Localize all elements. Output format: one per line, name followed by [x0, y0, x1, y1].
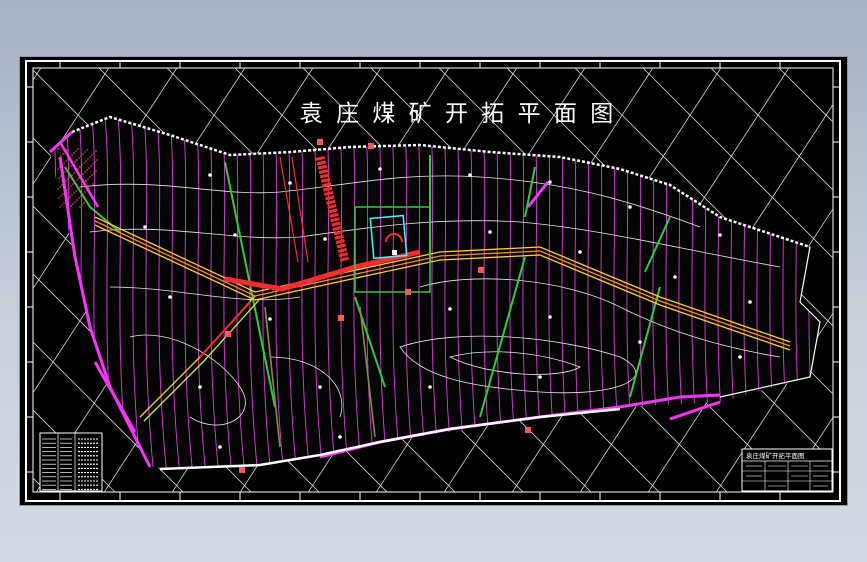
title-block: 袁庄煤矿开拓平面图	[741, 448, 833, 492]
legend-table	[39, 432, 103, 492]
drawing-title: 袁 庄 煤 矿 开 拓 平 面 图	[300, 101, 617, 127]
mine-plan-drawing: 袁 庄 煤 矿 开 拓 平 面 图 袁庄煤矿开拓平面图	[25, 60, 841, 502]
title-block-text: 袁庄煤矿开拓平面图	[746, 451, 805, 460]
shaft-mark	[392, 250, 397, 255]
mine-field-area	[48, 115, 821, 473]
cad-viewport[interactable]: 袁 庄 煤 矿 开 拓 平 面 图 袁庄煤矿开拓平面图	[20, 57, 847, 505]
boundary-segment-se	[669, 400, 721, 421]
